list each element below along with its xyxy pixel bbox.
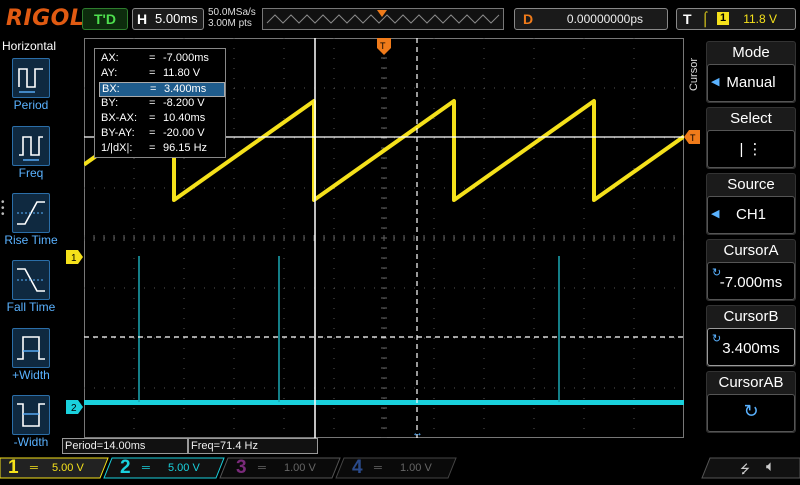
mode-value-box: ◀ Manual: [707, 64, 795, 102]
memory-overview-bar[interactable]: [262, 8, 504, 30]
acquisition-info: 50.0MSa/s 3.00M pts: [208, 7, 256, 29]
source-title: Source: [727, 176, 775, 193]
readout-ax: AX: = -7.000ms: [101, 52, 209, 64]
delay-value: 0.00000000ps: [566, 12, 643, 26]
trigger-delay[interactable]: D 0.00000000ps: [514, 8, 668, 30]
horizontal-timebase[interactable]: H 5.00ms: [132, 8, 204, 30]
freq-icon: [12, 126, 50, 166]
brand-logo: RIGOL: [6, 6, 85, 31]
memory-depth: 3.00M pts: [208, 18, 252, 29]
menu-page-dots: • • •: [1, 197, 5, 220]
cursor-ab-title: CursorAB: [718, 374, 784, 391]
timebase-value: 5.00ms: [155, 11, 198, 26]
positive-width-icon: [12, 328, 50, 368]
cursor-a-softkey[interactable]: CursorA ↻ -7.000ms: [706, 239, 796, 301]
cursor-b-softkey[interactable]: CursorB ↻ 3.400ms: [706, 305, 796, 367]
ch4-coupling-icon: ═: [374, 462, 382, 474]
readout-bx-ax: BX-AX: = 10.40ms: [101, 112, 206, 124]
fall-time-label: Fall Time: [6, 300, 56, 314]
cursor-b-title: CursorB: [723, 308, 779, 325]
mode-softkey[interactable]: Mode ◀ Manual: [706, 41, 796, 103]
ch2-offset-marker[interactable]: 2: [66, 400, 84, 414]
trigger-level: 11.8 V: [743, 12, 777, 26]
ch1-coupling-icon: ═: [30, 462, 38, 474]
ch3-number: 3: [236, 457, 247, 478]
ch1-tab[interactable]: 1 ═ 5.00 V: [0, 458, 108, 478]
source-value-box: ◀ CH1: [707, 196, 795, 234]
trigger-time-marker[interactable]: T: [377, 38, 391, 56]
ch4-scale: 1.00 V: [400, 462, 432, 474]
ch1-scale: 5.00 V: [52, 462, 84, 474]
cursor-a-title: CursorA: [723, 242, 779, 259]
ch2-scale: 5.00 V: [168, 462, 200, 474]
positive-width-label: +Width: [12, 368, 50, 382]
rise-time-label: Rise Time: [4, 233, 58, 247]
ch1-number: 1: [8, 457, 19, 478]
readout-ay: AY: = 11.80 V: [101, 67, 201, 79]
ch4-number: 4: [352, 457, 363, 478]
select-title: Select: [730, 110, 772, 127]
ch2-coupling-icon: ═: [142, 462, 150, 474]
ch2-tab[interactable]: 2 ═ 5.00 V: [112, 458, 224, 478]
cursor-readout-panel: AX: = -7.000ms AY: = 11.80 V BX: = 3.400ms BY:…: [94, 48, 226, 158]
cursor-ab-value-box: ↻: [707, 394, 795, 432]
rise-time-icon: [12, 193, 50, 233]
select-softkey[interactable]: Select | ⋮: [706, 107, 796, 169]
cursor-b-value: 3.400ms: [722, 340, 780, 357]
readout-by-ay: BY-AY: = -20.00 V: [101, 127, 205, 139]
cursor-ab-softkey[interactable]: CursorAB ↻: [706, 371, 796, 433]
readout-by: BY: = -8.200 V: [101, 97, 205, 109]
source-softkey[interactable]: Source ◀ CH1: [706, 173, 796, 235]
ch3-tab[interactable]: 3 ═ 1.00 V: [228, 458, 340, 478]
source-value: CH1: [735, 206, 766, 223]
readout-bx: BX: = 3.400ms: [99, 82, 225, 97]
ch2-marker-label: 2: [71, 403, 77, 414]
ch2-baseline-trace: [84, 400, 684, 405]
cursor-menu-title: Cursor: [688, 58, 700, 92]
ch1-offset-marker[interactable]: 1: [66, 250, 84, 264]
trigger-time-marker-label: T: [380, 41, 386, 51]
select-value-box: | ⋮: [707, 130, 795, 168]
freq-measurement: Freq=71.4 Hz: [188, 438, 318, 454]
ch1-marker-label: 1: [71, 253, 77, 264]
trigger-settings[interactable]: T ⌠ 1 11.8 V: [676, 8, 796, 30]
trigger-source: 1: [717, 12, 729, 25]
fall-time-icon: [12, 260, 50, 300]
measure-category-title: Horizontal: [2, 39, 57, 53]
speaker-muted-icon[interactable]: 🔈︎: [766, 458, 775, 475]
ch3-scale: 1.00 V: [284, 462, 316, 474]
negative-width-icon: [12, 395, 50, 435]
mode-title: Mode: [732, 44, 770, 61]
cursor-a-value-box: ↻ -7.000ms: [707, 262, 795, 300]
rising-edge-icon: ⌠: [701, 10, 710, 26]
trigger-key: T: [683, 11, 692, 27]
cursor-b-value-box: ↻ 3.400ms: [707, 328, 795, 366]
horizontal-key: H: [137, 11, 148, 27]
negative-width-label: -Width: [13, 435, 49, 449]
delay-key: D: [523, 11, 534, 27]
run-status-badge[interactable]: T'D: [82, 8, 128, 30]
knob-icon: ↻: [743, 401, 759, 421]
sample-rate: 50.0MSa/s: [208, 7, 256, 18]
ch2-number: 2: [120, 457, 131, 478]
period-icon: [12, 58, 50, 98]
memory-waveform-preview: [266, 10, 500, 24]
ch3-coupling-icon: ═: [258, 462, 266, 474]
mode-value: Manual: [726, 74, 776, 91]
usb-icon: ⭍: [740, 462, 750, 476]
select-value: | ⋮: [739, 141, 763, 158]
cursor-a-value: -7.000ms: [719, 274, 783, 291]
period-measurement: Period=14.00ms: [62, 438, 188, 454]
ch4-tab[interactable]: 4 ═ 1.00 V: [344, 458, 456, 478]
cursor-b-handle-icon: ↔: [412, 427, 423, 438]
readout-inverse-dx: 1/|dX|: = 96.15 Hz: [101, 142, 208, 154]
freq-label: Freq: [18, 166, 44, 180]
period-label: Period: [13, 98, 49, 112]
